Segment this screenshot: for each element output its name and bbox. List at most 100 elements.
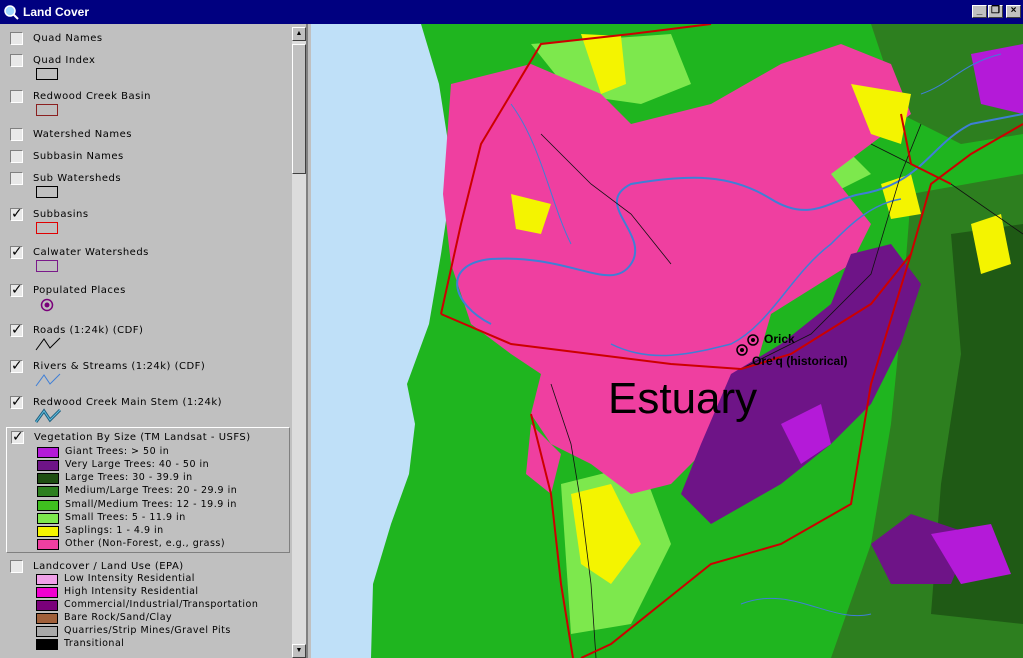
legend-label: Very Large Trees: 40 - 50 in (65, 459, 210, 470)
legend-swatch (37, 460, 59, 471)
maximize-button[interactable]: ❐ (988, 5, 1003, 18)
title-bar: Land Cover _ ❐ × (0, 0, 1023, 24)
layer-checkbox[interactable] (10, 90, 23, 103)
legend-row: Other (Non-Forest, e.g., grass) (37, 538, 287, 551)
place-label-orick: Orick (764, 332, 795, 346)
vegetation-layer-panel: ✓ Vegetation By Size (TM Landsat - USFS)… (6, 427, 290, 553)
legend-swatch (37, 486, 59, 497)
legend-label: Giant Trees: > 50 in (65, 446, 170, 457)
area-label-estuary: Estuary (608, 374, 758, 423)
layer-label: Landcover / Land Use (EPA) (33, 561, 184, 572)
legend-label: Commercial/Industrial/Transportation (64, 599, 259, 610)
legend-label: Other (Non-Forest, e.g., grass) (65, 538, 226, 549)
layer-label: Populated Places (33, 285, 126, 296)
check-icon: ✓ (11, 244, 23, 260)
layer-checkbox[interactable]: ✓ (11, 429, 24, 445)
legend-swatch (37, 500, 59, 511)
legend-row: Saplings: 1 - 4.9 in (37, 525, 287, 538)
layer-checkbox[interactable]: ✓ (10, 322, 23, 338)
layer-label: Roads (1:24k) (CDF) (33, 325, 144, 336)
legend-label: Bare Rock/Sand/Clay (64, 612, 173, 623)
legend-label: Transitional (64, 638, 125, 649)
legend-row: Very Large Trees: 40 - 50 in (37, 459, 287, 472)
legend-label: Saplings: 1 - 4.9 in (65, 525, 164, 536)
legend-row: Small Trees: 5 - 11.9 in (37, 512, 287, 525)
layer-checkbox[interactable] (10, 150, 23, 163)
legend-row: Large Trees: 30 - 39.9 in (37, 472, 287, 485)
legend-swatch (36, 587, 58, 598)
close-button[interactable]: × (1006, 5, 1021, 18)
legend-swatch (37, 447, 59, 458)
legend-row: Giant Trees: > 50 in (37, 446, 287, 459)
legend-label: High Intensity Residential (64, 586, 199, 597)
magnifier-icon (4, 5, 19, 20)
scroll-up-button[interactable]: ▲ (292, 27, 306, 41)
layer-label: Calwater Watersheds (33, 247, 149, 258)
check-icon: ✓ (11, 282, 23, 298)
layer-checkbox[interactable] (10, 32, 23, 45)
legend-row: High Intensity Residential (36, 586, 286, 599)
layer-label: Vegetation By Size (TM Landsat - USFS) (34, 432, 251, 443)
legend-label: Quarries/Strip Mines/Gravel Pits (64, 625, 231, 636)
layer-checkbox[interactable]: ✓ (10, 244, 23, 260)
table-of-contents: Quad Names Quad Index Redwood Creek Basi… (2, 24, 308, 658)
layer-checkbox[interactable] (10, 172, 23, 185)
check-icon: ✓ (11, 358, 23, 374)
legend-swatch (37, 539, 59, 550)
legend-label: Medium/Large Trees: 20 - 29.9 in (65, 485, 238, 496)
layer-checkbox[interactable] (10, 128, 23, 141)
legend-label: Small/Medium Trees: 12 - 19.9 in (65, 499, 237, 510)
layer-checkbox[interactable]: ✓ (10, 394, 23, 410)
polygon-symbol (36, 222, 58, 234)
layer-label: Sub Watersheds (33, 173, 122, 184)
map-view[interactable]: Orick Ore'q (historical) Estuary (311, 24, 1023, 658)
legend-label: Low Intensity Residential (64, 573, 195, 584)
layer-checkbox[interactable] (10, 560, 23, 573)
layer-checkbox[interactable]: ✓ (10, 358, 23, 374)
layer-label: Watershed Names (33, 129, 132, 140)
legend-row: Bare Rock/Sand/Clay (36, 612, 286, 625)
layer-label: Quad Index (33, 55, 96, 66)
legend-label: Large Trees: 30 - 39.9 in (65, 472, 193, 483)
layer-label: Redwood Creek Main Stem (1:24k) (33, 397, 223, 408)
vertical-scrollbar[interactable]: ▲ ▼ (292, 27, 306, 658)
legend-row: Medium/Large Trees: 20 - 29.9 in (37, 485, 287, 498)
minimize-button[interactable]: _ (972, 5, 987, 18)
place-point-icon (40, 298, 54, 312)
legend-swatch (36, 600, 58, 611)
polygon-symbol (36, 68, 58, 80)
stream-line-icon (35, 373, 61, 387)
check-icon: ✓ (11, 206, 23, 222)
map-canvas[interactable] (311, 24, 1023, 658)
layer-label: Rivers & Streams (1:24k) (CDF) (33, 361, 206, 372)
check-icon: ✓ (11, 394, 23, 410)
layer-checkbox[interactable] (10, 54, 23, 67)
legend-swatch (36, 613, 58, 624)
layer-checkbox[interactable]: ✓ (10, 282, 23, 298)
polygon-symbol (36, 104, 58, 116)
layer-label: Subbasin Names (33, 151, 124, 162)
legend-row: Quarries/Strip Mines/Gravel Pits (36, 625, 286, 638)
main-stem-line-icon (35, 408, 61, 423)
legend-label: Small Trees: 5 - 11.9 in (65, 512, 186, 523)
legend-swatch (37, 473, 59, 484)
check-icon: ✓ (11, 322, 23, 338)
window-title: Land Cover (23, 5, 90, 19)
legend-swatch (36, 626, 58, 637)
scroll-down-button[interactable]: ▼ (292, 644, 306, 658)
legend-swatch (37, 526, 59, 537)
check-icon: ✓ (12, 429, 24, 445)
legend-row: Transitional (36, 638, 286, 651)
layer-list: Quad Names Quad Index Redwood Creek Basi… (2, 24, 290, 658)
legend-row: Small/Medium Trees: 12 - 19.9 in (37, 499, 287, 512)
legend-swatch (36, 574, 58, 585)
legend-row: Low Intensity Residential (36, 573, 286, 586)
layer-checkbox[interactable]: ✓ (10, 206, 23, 222)
road-line-icon (35, 337, 61, 351)
layer-label: Quad Names (33, 33, 103, 44)
polygon-symbol (36, 260, 58, 272)
legend-swatch (37, 513, 59, 524)
layer-label: Redwood Creek Basin (33, 91, 151, 102)
scroll-thumb[interactable] (292, 44, 306, 174)
legend-row: Commercial/Industrial/Transportation (36, 599, 286, 612)
